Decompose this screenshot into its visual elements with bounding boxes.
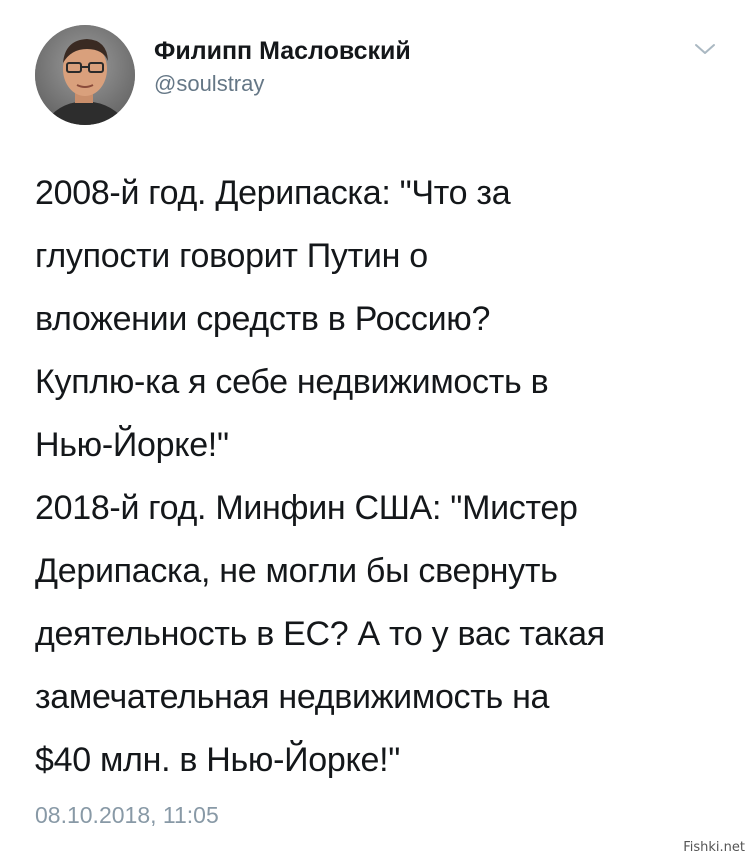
tweet-text-line: глупости говорит Путин о (35, 237, 428, 275)
tweet-text-line: вложении средств в Россию? (35, 300, 491, 338)
author-block: Филипп Масловский @soulstray (154, 35, 411, 99)
tweet-text: 2008-й год. Дерипаска: "Что за глупости … (35, 162, 725, 792)
tweet-text-line: Нью-Йорке!" (35, 426, 229, 464)
chevron-down-icon[interactable] (693, 37, 717, 61)
tweet-header: Филипп Масловский @soulstray (35, 25, 725, 125)
tweet-text-line: $40 млн. в Нью-Йорке!" (35, 741, 400, 779)
tweet-text-line: 2008-й год. Дерипаска: "Что за (35, 174, 511, 212)
author-display-name[interactable]: Филипп Масловский (154, 35, 411, 67)
tweet-text-line: Дерипаска, не могли бы свернуть (35, 552, 558, 590)
avatar[interactable] (35, 25, 135, 125)
author-handle[interactable]: @soulstray (154, 69, 411, 99)
tweet-text-line: замечательная недвижимость на (35, 678, 550, 716)
user-photo-avatar-icon (35, 25, 135, 125)
watermark: Fishki.net (682, 840, 746, 856)
tweet-text-line: деятельность в ЕС? А то у вас такая (35, 615, 605, 653)
tweet-text-line: 2018-й год. Минфин США: "Мистер (35, 489, 578, 527)
tweet-text-line: Куплю-ка я себе недвижимость в (35, 363, 549, 401)
tweet-card: Филипп Масловский @soulstray 2008-й год.… (0, 0, 749, 858)
tweet-timestamp[interactable]: 08.10.2018, 11:05 (35, 800, 219, 830)
